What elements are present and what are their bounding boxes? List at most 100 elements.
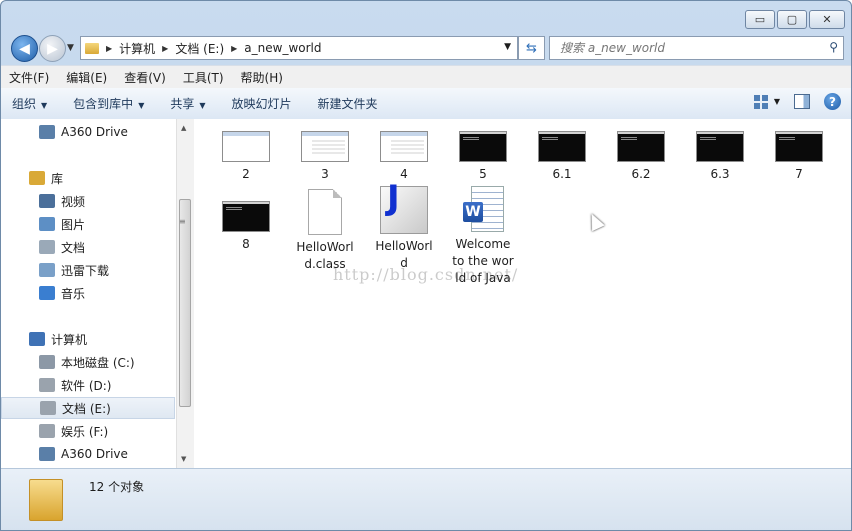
file-name: 4 (400, 167, 408, 181)
search-icon[interactable]: ⚲ (829, 40, 838, 54)
search-input[interactable] (558, 38, 822, 58)
chevron-down-icon: ▼ (138, 101, 145, 110)
file-list-area[interactable]: http://blog.csdn.net/ 2 3 4 5 6.1 6.2 6.3 7 8 Hel… (194, 119, 851, 468)
file-item[interactable]: 4 (373, 131, 435, 183)
arrow-left-icon: ◀ (19, 40, 30, 57)
music-icon (39, 286, 55, 300)
details-pane: 12 个对象 (1, 468, 851, 530)
cloud-icon (39, 447, 55, 461)
change-view-icon[interactable] (753, 94, 768, 109)
file-item[interactable]: HelloWorld.class (294, 189, 356, 273)
nav-item-label: 软件 (D:) (61, 378, 112, 393)
menu-file[interactable]: 文件(F) (1, 69, 58, 86)
drive-icon (39, 378, 55, 392)
image-thumbnail-icon (301, 131, 349, 162)
blank-file-icon (308, 189, 342, 235)
nav-item[interactable]: 库 (1, 167, 203, 189)
breadcrumb-separator-icon[interactable]: ▶ (162, 44, 168, 53)
back-button[interactable]: ◀ (11, 35, 38, 62)
scroll-thumb[interactable] (179, 199, 191, 407)
refresh-button[interactable]: ⇆ (518, 36, 545, 60)
nav-item[interactable]: 文档 (E:) (1, 397, 175, 419)
file-item[interactable]: 6.2 (610, 131, 672, 183)
menu-view[interactable]: 查看(V) (116, 69, 175, 86)
share-label: 共享 (170, 97, 195, 111)
picture-icon (39, 217, 55, 231)
address-bar[interactable]: ▶ 计算机 ▶ 文档 (E:) ▶ a_new_world ▼ (80, 36, 518, 60)
address-row: ◀ ▶ ▼ ▶ 计算机 ▶ 文档 (E:) ▶ a_new_world ▼ ⇆ … (1, 33, 851, 62)
nav-item[interactable]: 计算机 (1, 328, 203, 350)
slideshow-label: 放映幻灯片 (231, 97, 292, 111)
file-item[interactable]: 6.1 (531, 131, 593, 183)
menu-help[interactable]: 帮助(H) (233, 69, 292, 86)
file-name: HelloWorld.class (296, 240, 354, 271)
scroll-up-icon[interactable]: ▲ (181, 124, 186, 132)
file-name: HelloWorld (375, 239, 433, 270)
file-item[interactable]: 3 (294, 131, 356, 183)
include-in-library-label: 包含到库中 (73, 97, 134, 111)
breadcrumb-folder[interactable]: a_new_world (244, 41, 321, 55)
nav-item-label: 本地磁盘 (C:) (61, 355, 135, 370)
nav-item-label: 迅雷下载 (61, 263, 110, 278)
cloud-icon (39, 125, 55, 139)
library-icon (29, 171, 45, 185)
new-folder-button[interactable]: 新建文件夹 (307, 95, 393, 112)
drive-icon (40, 401, 56, 415)
console-thumbnail-icon (459, 131, 507, 162)
command-bar-right: ▼ ? (753, 93, 841, 110)
image-thumbnail-icon (380, 131, 428, 162)
menu-tools[interactable]: 工具(T) (175, 69, 233, 86)
system-drive-icon (39, 355, 55, 369)
breadcrumb-computer[interactable]: 计算机 (119, 40, 155, 57)
close-icon: ✕ (822, 13, 832, 26)
menu-edit[interactable]: 编辑(E) (58, 69, 116, 86)
file-item[interactable]: 7 (768, 131, 830, 183)
file-item[interactable]: 5 (452, 131, 514, 183)
folder-icon (85, 42, 99, 54)
chevron-down-icon: ▼ (199, 101, 206, 110)
nav-item-label: 图片 (61, 217, 86, 232)
close-button[interactable]: ✕ (809, 10, 845, 29)
drive-icon (39, 424, 55, 438)
file-name: 8 (242, 237, 250, 251)
chevron-down-icon: ▼ (41, 101, 48, 110)
file-item[interactable]: 2 (215, 131, 277, 183)
file-item[interactable]: W Welcome to the world of Java (452, 186, 514, 287)
organize-label: 组织 (12, 97, 37, 111)
folder-icon (29, 479, 63, 521)
console-thumbnail-icon (775, 131, 823, 162)
scroll-down-icon[interactable]: ▼ (181, 455, 186, 463)
file-name: 6.3 (710, 167, 730, 181)
nav-item-label: A360 Drive (61, 447, 128, 461)
menu-bar: 文件(F) 编辑(E) 查看(V) 工具(T) 帮助(H) (1, 65, 851, 88)
file-item[interactable]: J HelloWorld (373, 181, 435, 272)
download-folder-icon (39, 263, 55, 277)
navigation-pane: A360 Drive 库视频 图片 文档 迅雷下载 音乐 计算机 本地磁盘 (C:) 软件 (D… (1, 119, 177, 468)
nav-scrollbar[interactable]: ▲ ≡ ▼ (176, 119, 194, 468)
breadcrumb-separator-icon[interactable]: ▶ (231, 44, 237, 53)
organize-button[interactable]: 组织 ▼ (1, 95, 62, 112)
recent-pages-dropdown[interactable]: ▼ (67, 43, 74, 53)
nav-item-label: 库 (51, 171, 64, 186)
maximize-button[interactable]: ▢ (777, 10, 807, 29)
share-button[interactable]: 共享 ▼ (159, 95, 220, 112)
command-bar: 组织 ▼ 包含到库中 ▼ 共享 ▼ 放映幻灯片 新建文件夹 ▼ ? (1, 88, 851, 120)
file-item[interactable]: 8 (215, 201, 277, 253)
word-document-icon: W (463, 186, 504, 232)
preview-pane-icon[interactable] (794, 94, 810, 109)
forward-button[interactable]: ▶ (39, 35, 66, 62)
file-name: Welcome to the world of Java (452, 237, 514, 285)
console-thumbnail-icon (617, 131, 665, 162)
file-item[interactable]: 6.3 (689, 131, 751, 183)
nav-item-label: A360 Drive (61, 125, 128, 139)
slideshow-button[interactable]: 放映幻灯片 (221, 95, 307, 112)
caption-buttons: ▭ ▢ ✕ (745, 10, 845, 29)
include-in-library-button[interactable]: 包含到库中 ▼ (62, 95, 159, 112)
breadcrumb-drive[interactable]: 文档 (E:) (175, 40, 224, 57)
help-icon[interactable]: ? (824, 93, 841, 110)
address-history-dropdown[interactable]: ▼ (504, 42, 511, 52)
minimize-button[interactable]: ▭ (745, 10, 775, 29)
java-file-icon: J (380, 181, 428, 234)
view-options-dropdown[interactable]: ▼ (774, 97, 780, 106)
breadcrumb-separator-icon[interactable]: ▶ (106, 44, 112, 53)
